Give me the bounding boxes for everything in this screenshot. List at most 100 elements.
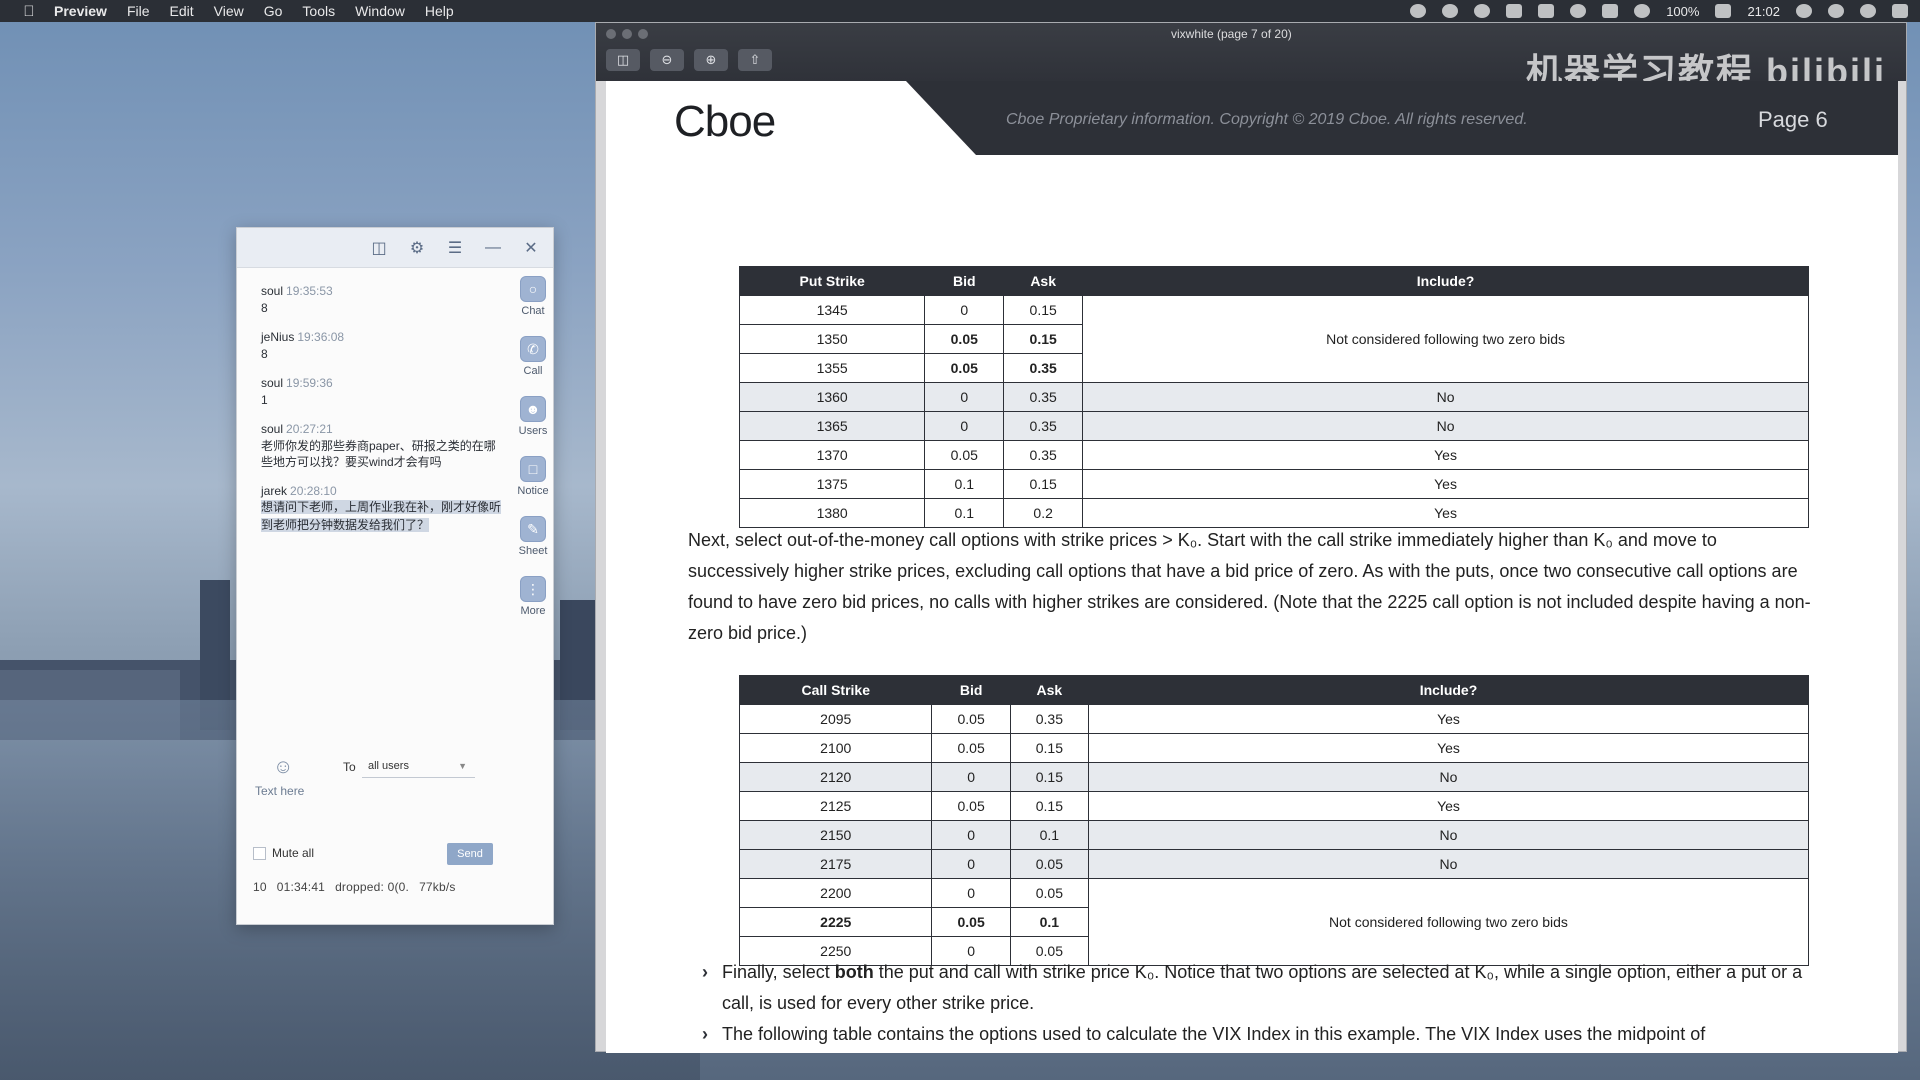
chevron-right-icon: ›: [702, 1024, 708, 1044]
call-icon: ✆: [520, 336, 546, 362]
more-icon: ⋮: [520, 576, 546, 602]
table-row: 1365 0 0.35 No: [738, 411, 1809, 441]
sidebar-item-call[interactable]: ✆ Call: [513, 336, 553, 388]
expand-icon[interactable]: ◫: [367, 236, 391, 260]
message-text: 8: [261, 347, 268, 361]
input-source-icon[interactable]: [1602, 4, 1619, 18]
user-icon[interactable]: [1796, 4, 1812, 18]
table-row: 1345 0 0.15 Not considered following two ze…: [738, 295, 1809, 383]
minimize-window-icon[interactable]: [622, 29, 632, 39]
menu-edit[interactable]: Edit: [170, 3, 194, 19]
minimize-icon[interactable]: —: [481, 236, 505, 260]
battery-icon[interactable]: [1715, 4, 1732, 18]
sidebar-item-chat[interactable]: ○ Chat: [513, 276, 553, 328]
chat-message: soul 19:35:53 8: [261, 284, 501, 316]
message-input[interactable]: Text here: [255, 784, 304, 798]
chat-message-list[interactable]: soul 19:35:53 8 jeNius 19:36:08 8 soul 19:5…: [261, 284, 502, 548]
chat-body: soul 19:35:53 8 jeNius 19:36:08 8 soul 19:5…: [237, 268, 553, 926]
message-time: 19:35:53: [286, 284, 333, 298]
menu-view[interactable]: View: [214, 3, 244, 19]
message-user: soul: [261, 422, 284, 436]
document-page[interactable]: Cboe Cboe Proprietary information. Copyr…: [606, 81, 1898, 1053]
mute-all-checkbox[interactable]: [253, 846, 266, 860]
mute-all-toggle[interactable]: Mute all: [253, 846, 314, 860]
table-row: 2120 0 0.15 No: [738, 762, 1810, 792]
put-note-cell: Not considered following two zero bids: [1082, 295, 1809, 383]
message-text: 8: [261, 301, 268, 315]
menu-tools[interactable]: Tools: [302, 3, 335, 19]
table-row: 1380 0.1 0.2 Yes: [738, 498, 1809, 528]
menu-help[interactable]: Help: [425, 3, 454, 19]
window-controls: [606, 29, 648, 39]
volume-icon[interactable]: [1506, 4, 1523, 18]
clock[interactable]: 21:02: [1747, 4, 1780, 19]
recipient-select[interactable]: all users ▼: [362, 756, 475, 778]
zoom-out-icon[interactable]: ⊖: [650, 49, 684, 71]
chat-message: soul 20:27:21 老师你发的那些券商paper、研报之类的在哪些地方可以…: [261, 422, 501, 470]
table-row: 2095 0.05 0.35 Yes: [738, 704, 1810, 734]
table-row: 1360 0 0.35 No: [738, 382, 1809, 412]
chevron-right-icon: ›: [702, 962, 708, 982]
document-title[interactable]: vixwhite (page 7 of 20): [1171, 27, 1292, 41]
sidebar-toggle-icon[interactable]: ◫: [606, 49, 640, 71]
table-row: 1375 0.1 0.15 Yes: [738, 469, 1809, 499]
apple-menu-icon[interactable]: : [18, 3, 40, 20]
sidebar-item-more[interactable]: ⋮ More: [513, 576, 553, 628]
sidebar-item-sheet[interactable]: ✎ Sheet: [513, 516, 553, 568]
status-app2-icon[interactable]: [1442, 4, 1459, 18]
status-menus: 100% 21:02: [1410, 0, 1908, 22]
preview-toolbar: ◫ ⊖ ⊕ ⇧: [606, 49, 772, 71]
sidebar-item-users[interactable]: ☻ Users: [513, 396, 553, 448]
stream-status: 10 01:34:41 dropped: 0(0. 77kb/s: [253, 880, 456, 894]
chat-message: jeNius 19:36:08 8: [261, 330, 501, 362]
chevron-down-icon: ▼: [458, 761, 467, 771]
spotlight-search-icon[interactable]: [1828, 4, 1844, 18]
table-row: 2150 0 0.1 No: [738, 820, 1810, 850]
zoom-window-icon[interactable]: [638, 29, 648, 39]
menu-bar:  Preview File Edit View Go Tools Window…: [0, 0, 1920, 22]
table-row: 2200 0 0.05 Not considered following two ze…: [738, 878, 1810, 966]
message-time: 20:27:21: [286, 422, 333, 436]
preview-window: vixwhite (page 7 of 20) ◫ ⊖ ⊕ ⇧ 机器学习教程 b…: [595, 22, 1907, 1053]
users-icon: ☻: [520, 396, 546, 422]
menu-window[interactable]: Window: [355, 3, 405, 19]
chat-compose: ☺ To all users ▼ Text here Mute all Send …: [237, 756, 553, 926]
menu-go[interactable]: Go: [264, 3, 283, 19]
close-icon[interactable]: ✕: [519, 236, 543, 260]
emoji-icon[interactable]: ☺: [273, 756, 293, 779]
notification-center-icon[interactable]: [1892, 4, 1908, 18]
sheet-icon: ✎: [520, 516, 546, 542]
send-button[interactable]: Send: [447, 843, 493, 865]
hamburger-menu-icon[interactable]: ☰: [443, 236, 467, 260]
bullet-following-table: › The following table contains the optio…: [702, 1019, 1822, 1050]
gear-icon[interactable]: ⚙: [405, 236, 429, 260]
recipient-label: To: [343, 760, 356, 774]
close-window-icon[interactable]: [606, 29, 616, 39]
zoom-in-icon[interactable]: ⊕: [694, 49, 728, 71]
share-icon[interactable]: ⇧: [738, 49, 772, 71]
message-text: 1: [261, 393, 268, 407]
table-row: 1370 0.05 0.35 Yes: [738, 440, 1809, 470]
play-icon[interactable]: [1474, 4, 1491, 18]
copyright-text: Cboe Proprietary information. Copyright …: [1006, 111, 1528, 128]
page-header: Cboe Cboe Proprietary information. Copyr…: [606, 81, 1898, 175]
call-options-table: Call Strike Bid Ask Include? 2095 0.05 0.3…: [738, 675, 1810, 966]
message-time: 19:36:08: [297, 330, 345, 344]
table-row: 2175 0 0.05 No: [738, 849, 1810, 879]
display-icon[interactable]: [1538, 4, 1555, 18]
put-options-table: Put Strike Bid Ask Include? 1345 0 0.15 Not…: [738, 266, 1809, 528]
siri-icon[interactable]: [1860, 4, 1876, 18]
bluetooth-icon[interactable]: [1634, 4, 1651, 18]
body-paragraph: Next, select out-of-the-money call optio…: [688, 530, 1811, 643]
chat-titlebar: ◫ ⚙ ☰ — ✕: [237, 228, 553, 268]
menu-app-name[interactable]: Preview: [54, 3, 107, 19]
status-app-icon[interactable]: [1410, 4, 1427, 18]
message-user: jeNius: [261, 330, 295, 344]
preview-titlebar: vixwhite (page 7 of 20) ◫ ⊖ ⊕ ⇧ 机器学习教程 b…: [596, 23, 1906, 92]
notice-icon: □: [520, 456, 546, 482]
bullet-finally: › Finally, select both the put and call …: [702, 957, 1822, 1019]
sidebar-item-notice[interactable]: □ Notice: [513, 456, 553, 508]
wifi-icon[interactable]: [1570, 4, 1587, 18]
menu-file[interactable]: File: [127, 3, 150, 19]
battery-percent[interactable]: 100%: [1666, 4, 1699, 19]
